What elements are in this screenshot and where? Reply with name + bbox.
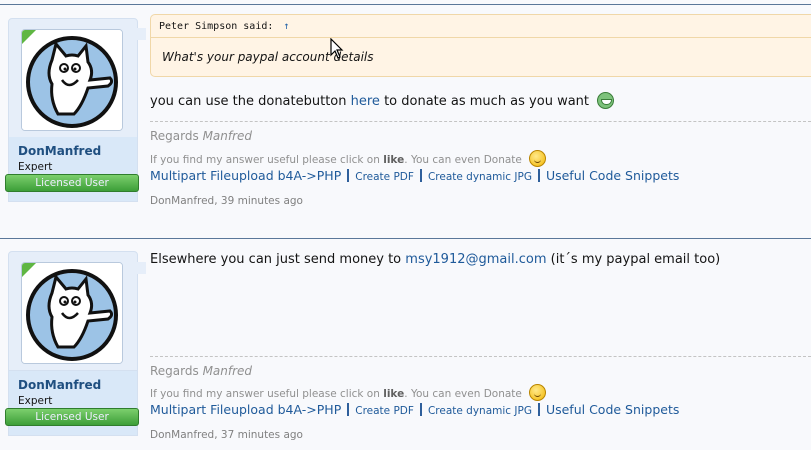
regards-text: Regards bbox=[150, 364, 203, 378]
avatar-container bbox=[8, 18, 138, 138]
post-divider bbox=[0, 4, 811, 5]
message-text: (it´s my paypal email too) bbox=[546, 252, 721, 267]
donate-here-link[interactable]: here bbox=[351, 94, 380, 109]
smile-icon bbox=[529, 384, 547, 401]
message-text: you can use the donatebutton bbox=[150, 94, 351, 109]
message-text: Elsewhere you can just send money to bbox=[150, 252, 406, 267]
regards-name: Manfred bbox=[202, 129, 253, 143]
signature-divider bbox=[150, 356, 811, 357]
link-separator bbox=[347, 403, 350, 416]
link-separator bbox=[347, 169, 350, 182]
post-time[interactable]: , 39 minutes ago bbox=[214, 195, 303, 207]
quote-header: Peter Simpson said: ↑ bbox=[159, 21, 289, 32]
post-message: you can use the donatebutton here to don… bbox=[150, 92, 615, 109]
grin-icon bbox=[597, 92, 615, 109]
create-pdf-link[interactable]: Create PDF bbox=[355, 171, 414, 183]
user-info: DonManfred Expert bbox=[8, 371, 138, 436]
signature-links: Multipart Fileupload b4A->PHP Create PDF C… bbox=[150, 402, 679, 417]
multipart-fileupload-link[interactable]: Multipart Fileupload b4A->PHP bbox=[150, 402, 341, 417]
link-separator bbox=[419, 169, 422, 182]
user-info: DonManfred Expert bbox=[8, 137, 138, 202]
sig-text: If you find my answer useful please clic… bbox=[150, 154, 384, 166]
link-separator bbox=[537, 169, 540, 182]
message-text: to donate as much as you want bbox=[379, 94, 590, 109]
quote-block: Peter Simpson said: ↑ What's your paypal… bbox=[150, 14, 811, 77]
create-dynamic-jpg-link[interactable]: Create dynamic JPG bbox=[428, 405, 532, 417]
post-divider bbox=[0, 238, 811, 239]
sig-text: If you find my answer useful please clic… bbox=[150, 388, 384, 400]
sig-text: . You can even Donate bbox=[404, 388, 522, 400]
regards-text: Regards bbox=[150, 129, 203, 143]
sig-like: like bbox=[383, 388, 405, 400]
username-link[interactable]: DonManfred bbox=[18, 378, 101, 392]
signature-donate-line: If you find my answer useful please clic… bbox=[150, 150, 547, 167]
post-arrow bbox=[136, 28, 146, 40]
useful-code-snippets-link[interactable]: Useful Code Snippets bbox=[546, 402, 679, 417]
signature-regards: Regards Manfred bbox=[150, 364, 252, 378]
user-title: Expert bbox=[18, 161, 53, 173]
multipart-fileupload-link[interactable]: Multipart Fileupload b4A->PHP bbox=[150, 168, 341, 183]
post-arrow bbox=[136, 262, 146, 274]
quote-jump-icon[interactable]: ↑ bbox=[283, 21, 289, 32]
signature-links: Multipart Fileupload b4A->PHP Create PDF C… bbox=[150, 168, 679, 183]
meta-author-link[interactable]: DonManfred bbox=[150, 195, 214, 207]
quote-author: Peter Simpson said: bbox=[159, 21, 274, 32]
online-indicator-icon bbox=[22, 30, 36, 44]
signature-divider bbox=[150, 121, 811, 122]
avatar[interactable] bbox=[21, 262, 123, 364]
username-link[interactable]: DonManfred bbox=[18, 144, 101, 158]
post-message: Elsewhere you can just send money to msy… bbox=[150, 252, 720, 267]
create-dynamic-jpg-link[interactable]: Create dynamic JPG bbox=[428, 171, 532, 183]
avatar-container bbox=[8, 251, 138, 371]
regards-name: Manfred bbox=[202, 364, 253, 378]
quote-separator bbox=[151, 37, 811, 38]
post-time[interactable]: , 37 minutes ago bbox=[214, 429, 303, 441]
avatar[interactable] bbox=[21, 29, 123, 131]
useful-code-snippets-link[interactable]: Useful Code Snippets bbox=[546, 168, 679, 183]
post-meta: DonManfred, 37 minutes ago bbox=[150, 429, 303, 441]
link-separator bbox=[537, 403, 540, 416]
mouse-cursor-icon bbox=[330, 38, 344, 59]
smile-icon bbox=[529, 150, 547, 167]
licensed-user-badge: Licensed User bbox=[5, 408, 139, 426]
create-pdf-link[interactable]: Create PDF bbox=[355, 405, 414, 417]
email-link[interactable]: msy1912@gmail.com bbox=[405, 252, 546, 267]
sig-text: . You can even Donate bbox=[404, 154, 522, 166]
simons-cat-avatar-icon bbox=[22, 30, 122, 130]
user-title: Expert bbox=[18, 395, 53, 407]
sig-like: like bbox=[383, 154, 405, 166]
signature-donate-line: If you find my answer useful please clic… bbox=[150, 384, 547, 401]
link-separator bbox=[419, 403, 422, 416]
licensed-user-badge: Licensed User bbox=[5, 174, 139, 192]
online-indicator-icon bbox=[22, 263, 36, 277]
signature-regards: Regards Manfred bbox=[150, 129, 252, 143]
simons-cat-avatar-icon bbox=[22, 263, 122, 363]
post-meta: DonManfred, 39 minutes ago bbox=[150, 195, 303, 207]
meta-author-link[interactable]: DonManfred bbox=[150, 429, 214, 441]
